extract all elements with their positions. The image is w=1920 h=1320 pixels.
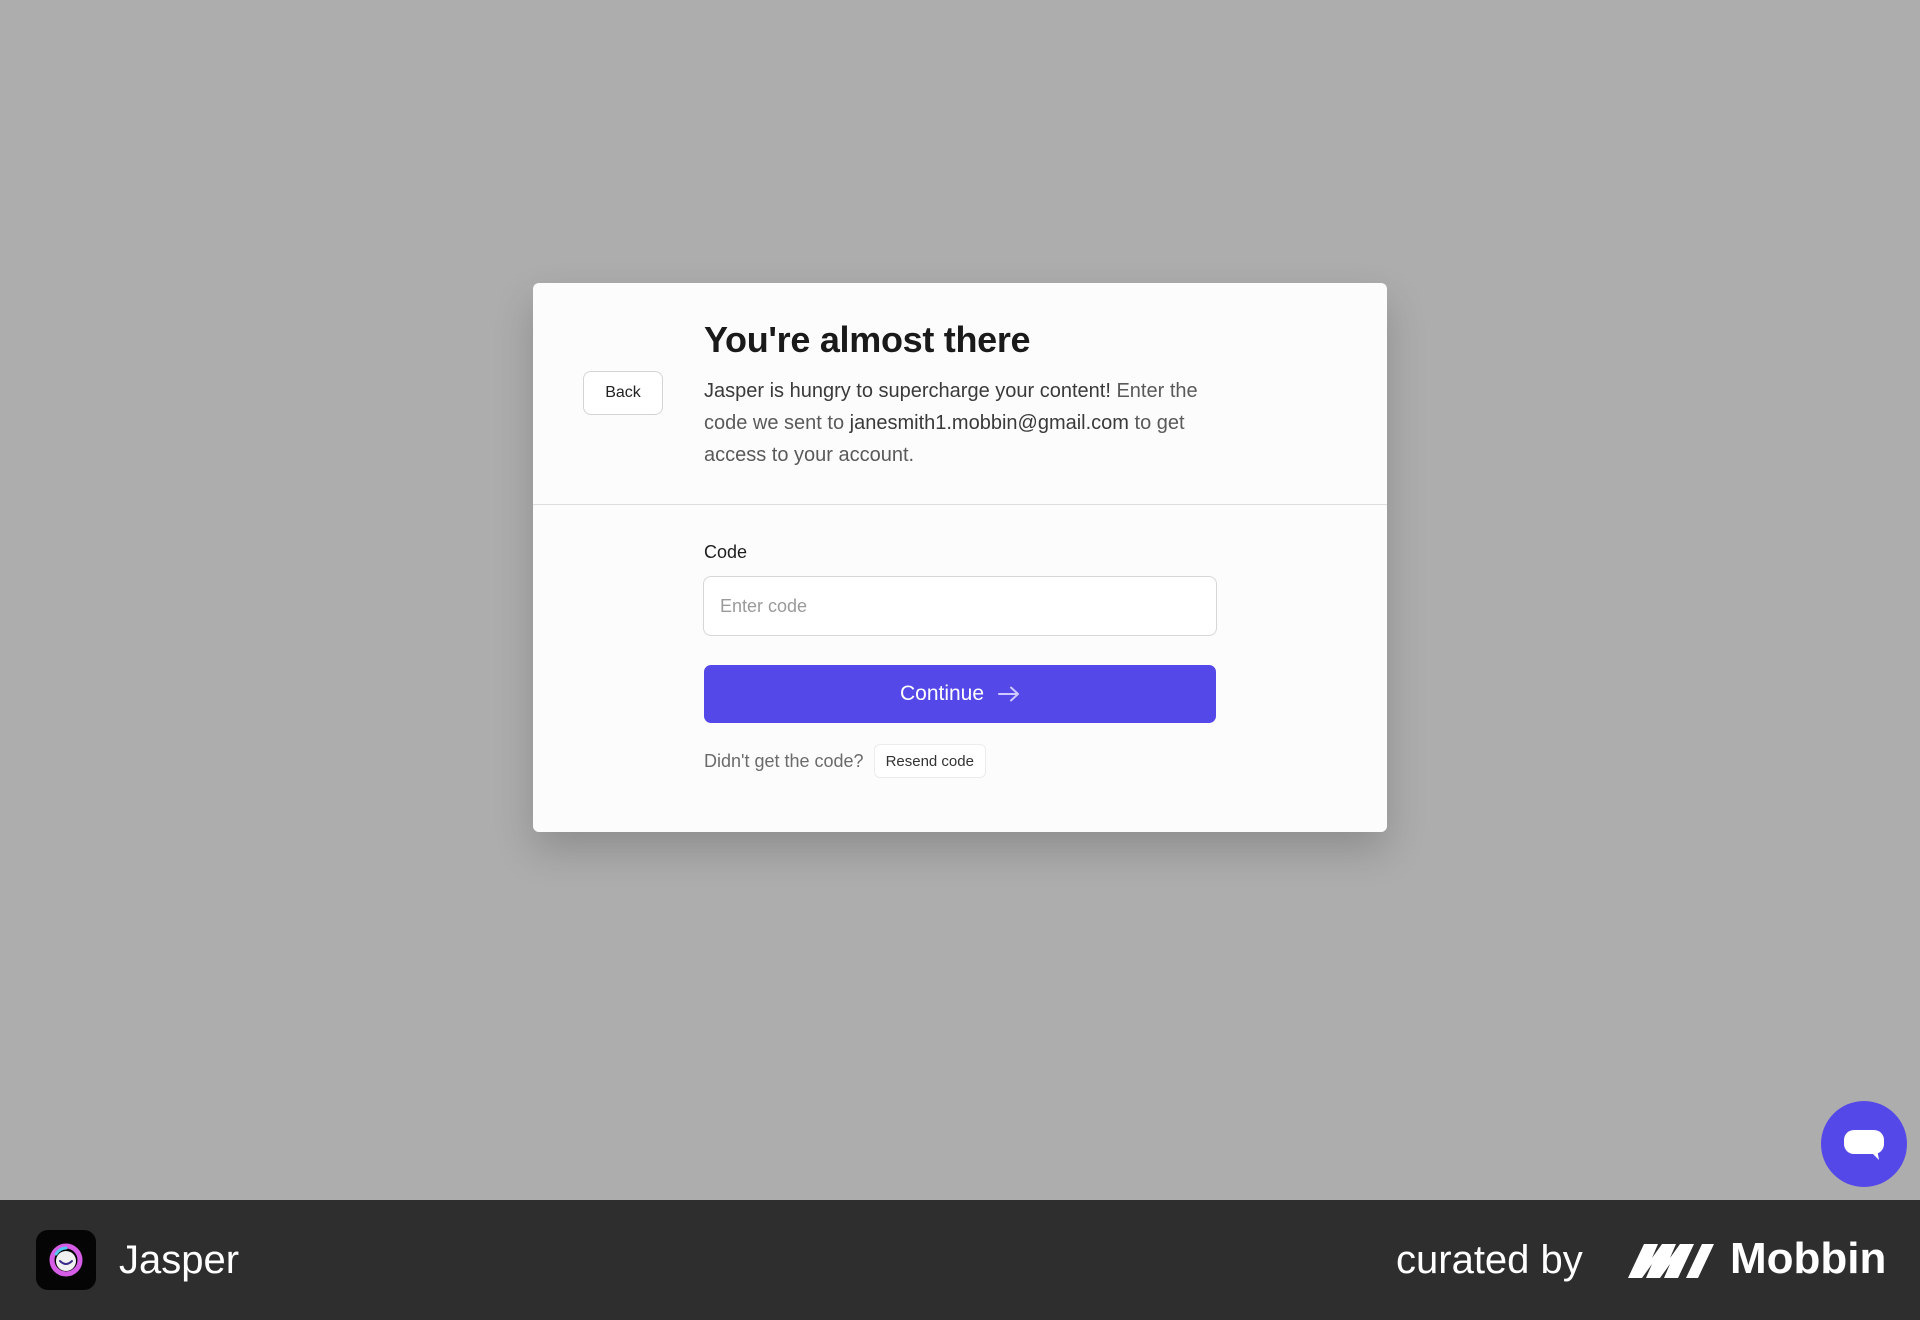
recipient-email: janesmith1.mobbin@gmail.com — [849, 412, 1129, 434]
modal-title: You're almost there — [704, 319, 1031, 360]
back-button[interactable]: Back — [583, 371, 663, 415]
jasper-logo-icon — [36, 1230, 96, 1290]
curated-by-text: curated by — [1396, 1238, 1583, 1282]
resend-code-button[interactable]: Resend code — [873, 744, 986, 778]
chat-bubble-icon — [1844, 1130, 1884, 1160]
mobbin-logo-icon — [1628, 1244, 1714, 1278]
modal-divider — [533, 504, 1387, 505]
footer-bar: Jasper curated by Mobbin — [0, 1200, 1920, 1320]
code-label: Code — [704, 542, 748, 562]
app-name: Jasper — [119, 1238, 240, 1282]
continue-button[interactable]: Continue — [704, 665, 1216, 723]
code-input[interactable] — [703, 576, 1217, 636]
resend-row: Didn't get the code? Resend code — [704, 744, 986, 778]
brand-name: Mobbin — [1730, 1234, 1887, 1283]
chat-support-button[interactable] — [1821, 1101, 1907, 1187]
continue-label: Continue — [899, 682, 985, 705]
arrow-right-icon — [998, 686, 1020, 702]
subtitle-lead: Jasper is hungry to supercharge your con… — [704, 380, 1111, 402]
verification-modal: Back You're almost there Jasper is hungr… — [533, 283, 1387, 832]
modal-subtitle: Jasper is hungry to supercharge your con… — [704, 375, 1224, 471]
resend-prompt: Didn't get the code? — [704, 750, 864, 771]
